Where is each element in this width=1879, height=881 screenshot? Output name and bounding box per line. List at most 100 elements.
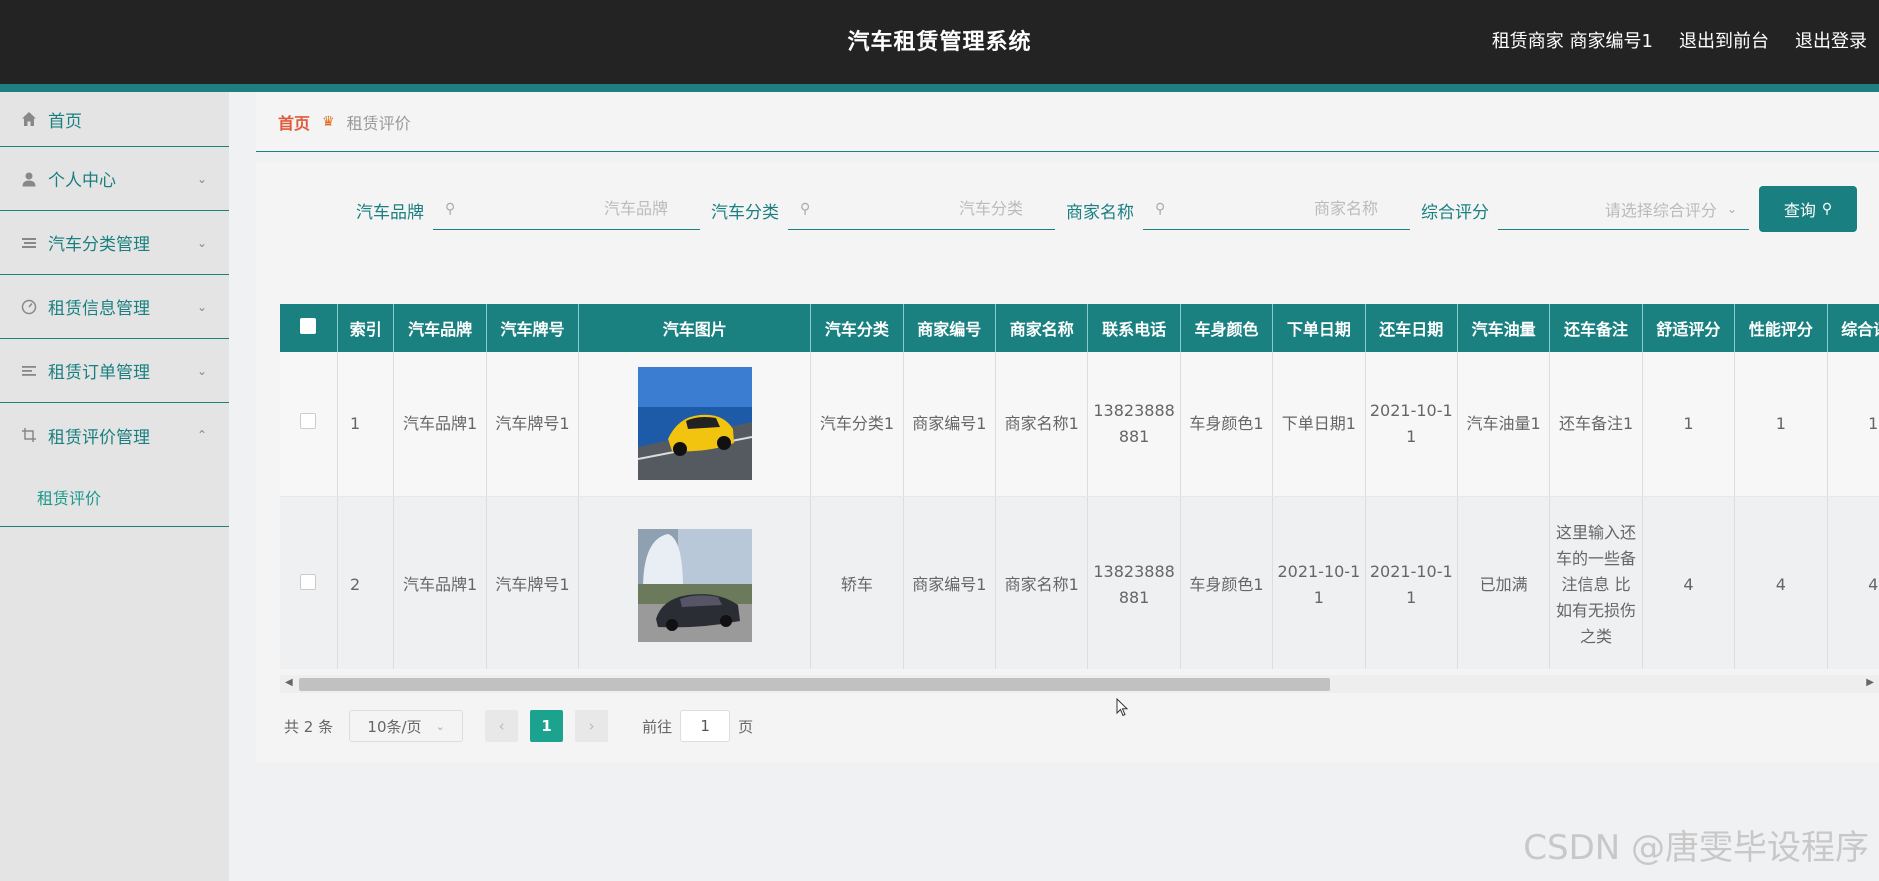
query-button[interactable]: 查询 ⚲: [1759, 186, 1857, 232]
column-header: 汽车图片: [578, 304, 812, 352]
breadcrumb-home[interactable]: 首页: [278, 110, 310, 134]
next-page-button[interactable]: ›: [575, 710, 609, 742]
sidebar-item-label: 租赁订单管理: [48, 363, 150, 383]
submenu-item-reviews[interactable]: 租赁评价: [0, 467, 229, 527]
remark-cell: 还车备注1: [1549, 352, 1643, 497]
table-row[interactable]: 1 汽车品牌1 汽车牌号1 汽车分类1 商家编号1 商家名称1 13823888…: [280, 352, 1879, 497]
comfort-cell: 4: [1642, 496, 1736, 669]
merchant-name-cell: 商家名称1: [995, 352, 1089, 497]
sidebar-item-category-mgmt[interactable]: 汽车分类管理 ⌄: [0, 211, 229, 275]
index-cell: 2: [337, 496, 395, 669]
watermark: CSDN @唐雯毕设程序: [1523, 828, 1869, 868]
category-label: 汽车分类: [711, 203, 779, 223]
overall-cell: 1: [1827, 352, 1879, 497]
sidebar-item-profile[interactable]: 个人中心 ⌄: [0, 147, 229, 211]
row-select-cell: [280, 352, 338, 497]
goto-front-link[interactable]: 退出到前台: [1679, 27, 1769, 53]
horizontal-scrollbar[interactable]: ◀ ▶: [280, 675, 1879, 693]
phone-cell: 13823888881: [1087, 352, 1181, 497]
page-size-select[interactable]: 10条/页 ⌄: [349, 710, 464, 742]
car-image: [637, 367, 752, 481]
column-header: 索引: [337, 304, 395, 352]
header-actions: 租赁商家 商家编号1 退出到前台 退出登录: [1492, 27, 1867, 53]
home-icon: [20, 110, 38, 128]
column-header: 汽车品牌: [393, 304, 487, 352]
column-header: 车身颜色: [1180, 304, 1274, 352]
sidebar-item-review-mgmt[interactable]: 租赁评价管理 ⌃: [0, 403, 229, 467]
rating-select-placeholder: 请选择综合评分: [1604, 200, 1717, 220]
merchant-input[interactable]: [1165, 199, 1410, 218]
sidebar-item-home[interactable]: 首页: [0, 92, 229, 147]
data-table: 索引 汽车品牌 汽车牌号 汽车图片 汽车分类 商家编号 商家名称 联系电话 车身…: [280, 304, 1879, 669]
return-date-cell: 2021-10-11: [1365, 496, 1458, 669]
scroll-left-arrow-icon[interactable]: ◀: [285, 677, 293, 688]
chevron-down-icon: ⌄: [196, 235, 207, 250]
fuel-cell: 已加满: [1457, 496, 1551, 669]
table-row[interactable]: 2 汽车品牌1 汽车牌号1 轿车 商家编号1 商家名称1 13823888881…: [280, 496, 1879, 669]
image-cell: [578, 352, 812, 497]
logout-link[interactable]: 退出登录: [1795, 27, 1867, 53]
menu-icon: [20, 362, 38, 380]
column-header: 综合评分: [1827, 304, 1879, 352]
scrollbar-thumb[interactable]: [299, 678, 1330, 691]
category-search-field: ⚲: [788, 188, 1055, 230]
chevron-down-icon: ⌄: [196, 171, 207, 186]
sidebar-item-rental-orders[interactable]: 租赁订单管理 ⌄: [0, 339, 229, 403]
category-cell: 汽车分类1: [810, 352, 904, 497]
sidebar-item-label: 租赁信息管理: [48, 299, 150, 319]
brand-search-field: ⚲: [433, 188, 700, 230]
column-header: 联系电话: [1087, 304, 1181, 352]
return-date-cell: 2021-10-11: [1365, 352, 1458, 497]
sidebar-item-label: 租赁评价管理: [48, 427, 150, 448]
chevron-down-icon: ⌄: [1726, 201, 1737, 216]
search-form: 汽车品牌 ⚲ 汽车分类 ⚲ 商家名称 ⚲ 综合评分 请选择综合评分 ⌄ 查询 ⚲: [256, 184, 1879, 234]
prev-page-button[interactable]: ‹: [485, 710, 519, 742]
chevron-down-icon: ⌄: [196, 299, 207, 314]
search-icon: ⚲: [800, 200, 811, 217]
phone-cell: 13823888881: [1087, 496, 1181, 669]
sidebar-item-rental-info[interactable]: 租赁信息管理 ⌄: [0, 275, 229, 339]
brand-cell: 汽车品牌1: [393, 352, 487, 497]
row-checkbox[interactable]: [300, 412, 317, 429]
performance-cell: 4: [1734, 496, 1828, 669]
search-icon: ⚲: [1821, 201, 1833, 217]
table-header-row: 索引 汽车品牌 汽车牌号 汽车图片 汽车分类 商家编号 商家名称 联系电话 车身…: [280, 304, 1879, 352]
merchant-no-cell: 商家编号1: [903, 352, 997, 497]
order-date-cell: 2021-10-11: [1272, 496, 1366, 669]
gauge-icon: [20, 298, 38, 316]
chevron-down-icon: ⌄: [196, 363, 207, 378]
row-select-cell: [280, 496, 338, 669]
brand-input[interactable]: [455, 199, 700, 218]
performance-cell: 1: [1734, 352, 1828, 497]
query-button-label: 查询: [1783, 201, 1816, 220]
user-icon: [20, 170, 38, 188]
user-info: 租赁商家 商家编号1: [1491, 31, 1653, 52]
list-icon: [20, 234, 38, 252]
search-icon: ⚲: [445, 200, 456, 217]
breadcrumb: 首页 ♛ 租赁评价: [256, 92, 1879, 152]
select-all-checkbox[interactable]: [300, 318, 317, 334]
column-header: 还车备注: [1549, 304, 1643, 352]
column-header: 汽车牌号: [486, 304, 580, 352]
color-cell: 车身颜色1: [1180, 352, 1274, 497]
merchant-no-cell: 商家编号1: [903, 496, 997, 669]
page-number-button[interactable]: 1: [530, 710, 564, 742]
column-header: 商家编号: [903, 304, 997, 352]
page-unit-label: 页: [738, 717, 754, 736]
scroll-right-arrow-icon[interactable]: ▶: [1866, 677, 1874, 688]
index-cell: 1: [337, 352, 395, 497]
row-checkbox[interactable]: [300, 574, 317, 591]
chevron-up-icon: ⌃: [196, 428, 207, 442]
header-accent-strip: [0, 84, 1879, 92]
brand-label: 汽车品牌: [356, 203, 424, 223]
column-header: 舒适评分: [1642, 304, 1736, 352]
sidebar: 首页 个人中心 ⌄ 汽车分类管理 ⌄ 租赁信息管理 ⌄ 租赁订单管理 ⌄ 租赁评…: [0, 92, 229, 881]
color-cell: 车身颜色1: [1180, 496, 1274, 669]
image-cell: [578, 496, 812, 669]
goto-page-input[interactable]: [680, 710, 731, 742]
search-icon: ⚲: [1155, 200, 1166, 217]
rating-select[interactable]: 请选择综合评分 ⌄: [1498, 188, 1749, 230]
category-input[interactable]: [810, 199, 1055, 218]
column-header: 汽车油量: [1457, 304, 1551, 352]
column-header: 下单日期: [1272, 304, 1366, 352]
